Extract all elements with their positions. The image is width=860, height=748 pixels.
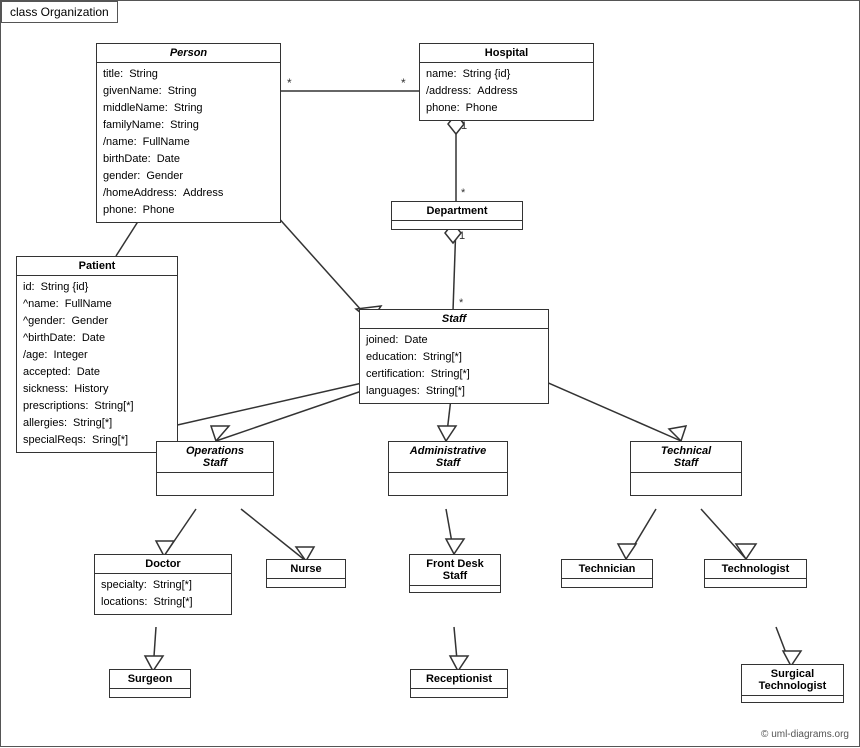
surgeon-box: Surgeon (109, 669, 191, 698)
patient-title: Patient (17, 257, 177, 276)
admin-staff-title: AdministrativeStaff (389, 442, 507, 473)
department-title: Department (392, 202, 522, 221)
copyright: © uml-diagrams.org (761, 729, 849, 740)
operations-staff-title: OperationsStaff (157, 442, 273, 473)
person-title: Person (97, 44, 280, 63)
receptionist-box: Receptionist (410, 669, 508, 698)
nurse-box: Nurse (266, 559, 346, 588)
svg-text:*: * (401, 76, 406, 90)
technician-box: Technician (561, 559, 653, 588)
hospital-box: Hospital name:String {id} /address:Addre… (419, 43, 594, 121)
svg-text:*: * (459, 297, 464, 309)
doctor-title: Doctor (95, 555, 231, 574)
technologist-title: Technologist (705, 560, 806, 579)
nurse-title: Nurse (267, 560, 345, 579)
doctor-box: Doctor specialty:String[*] locations:Str… (94, 554, 232, 615)
department-body (392, 221, 522, 229)
technician-title: Technician (562, 560, 652, 579)
admin-staff-box: AdministrativeStaff (388, 441, 508, 496)
surgeon-title: Surgeon (110, 670, 190, 689)
technical-staff-box: TechnicalStaff (630, 441, 742, 496)
surgical-technologist-title: SurgicalTechnologist (742, 665, 843, 696)
technical-staff-title: TechnicalStaff (631, 442, 741, 473)
department-box: Department (391, 201, 523, 230)
front-desk-title: Front DeskStaff (410, 555, 500, 586)
svg-text:*: * (461, 187, 466, 199)
hospital-body: name:String {id} /address:Address phone:… (420, 63, 593, 120)
svg-text:1: 1 (461, 120, 467, 132)
staff-body: joined:Date education:String[*] certific… (360, 329, 548, 403)
doctor-body: specialty:String[*] locations:String[*] (95, 574, 231, 614)
hospital-title: Hospital (420, 44, 593, 63)
front-desk-box: Front DeskStaff (409, 554, 501, 593)
patient-body: id:String {id} ^name:FullName ^gender:Ge… (17, 276, 177, 452)
operations-staff-box: OperationsStaff (156, 441, 274, 496)
receptionist-title: Receptionist (411, 670, 507, 689)
diagram-title: class Organization (1, 1, 118, 23)
patient-box: Patient id:String {id} ^name:FullName ^g… (16, 256, 178, 453)
staff-box: Staff joined:Date education:String[*] ce… (359, 309, 549, 404)
diagram-container: class Organization * * 1 * 1 * * (0, 0, 860, 747)
staff-title: Staff (360, 310, 548, 329)
svg-text:1: 1 (459, 230, 465, 242)
svg-text:*: * (287, 76, 292, 90)
technologist-box: Technologist (704, 559, 807, 588)
surgical-technologist-box: SurgicalTechnologist (741, 664, 844, 703)
person-body: title:String givenName:String middleName… (97, 63, 280, 222)
person-box: Person title:String givenName:String mid… (96, 43, 281, 223)
